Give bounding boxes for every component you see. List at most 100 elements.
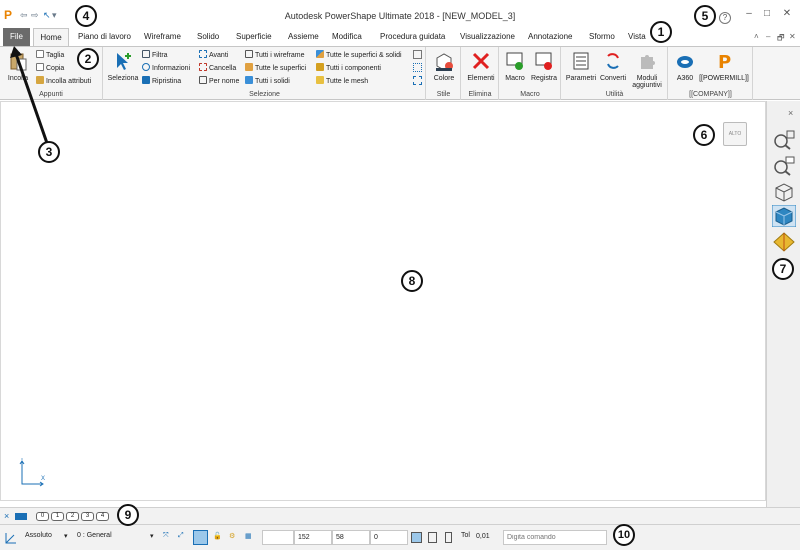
shaded-view-icon[interactable]: [772, 205, 796, 227]
group-company: A360 P [[POWERMILL]] [[COMPANY]]: [669, 47, 753, 100]
zoom-fit-icon[interactable]: [772, 129, 796, 151]
tab-wireframe[interactable]: Wireframe: [144, 28, 181, 46]
selection-dotted-icon[interactable]: [413, 63, 422, 72]
surfaces-solids-icon: [316, 50, 324, 58]
add-ins-button[interactable]: Moduli aggiuntivi: [630, 51, 664, 89]
all-wireframes-button[interactable]: Tutti i wireframe: [245, 50, 305, 61]
minimize-button[interactable]: –: [742, 8, 756, 19]
macro-run-button[interactable]: Macro: [503, 51, 527, 82]
maximize-button[interactable]: □: [760, 8, 774, 19]
view-cube[interactable]: ALTO: [723, 122, 747, 146]
powermill-button[interactable]: P [[POWERMILL]]: [699, 51, 749, 82]
selection-box-icon[interactable]: [413, 50, 422, 59]
tab-superficie[interactable]: Superficie: [236, 28, 272, 46]
selection-window-icon[interactable]: [413, 76, 422, 85]
powershape-logo-icon[interactable]: P: [4, 8, 16, 22]
quick-access-dropdown-icon[interactable]: ▾: [52, 10, 57, 21]
level-3-button[interactable]: 3: [81, 512, 94, 521]
workplane-icon[interactable]: [4, 531, 18, 545]
doc-minimize-button[interactable]: –: [766, 32, 770, 41]
view-mode-icon-3[interactable]: [445, 532, 452, 543]
select-arrow-icon[interactable]: ↖: [43, 10, 51, 21]
by-name-button[interactable]: Per nome: [199, 76, 239, 87]
information-button[interactable]: Informazioni: [142, 63, 190, 74]
tab-solido[interactable]: Solido: [197, 28, 219, 46]
color-label: Colore: [433, 75, 455, 82]
empty-field[interactable]: [262, 530, 294, 545]
forward-button[interactable]: Avanti: [199, 50, 228, 61]
tab-vista[interactable]: Vista: [628, 28, 646, 46]
filter-button[interactable]: Filtra: [142, 50, 168, 61]
coordinate-mode-dropdown-icon[interactable]: ▾: [64, 532, 68, 540]
macro-run-label: Macro: [505, 75, 525, 82]
axis-x-label: X: [41, 476, 45, 482]
level-4-button[interactable]: 4: [96, 512, 109, 521]
tab-file[interactable]: File: [3, 28, 30, 46]
snap-grid-toggle-icon[interactable]: [193, 530, 208, 545]
all-surfaces-solids-label: Tutte le superfici & solidi: [326, 52, 402, 59]
wireframe-view-icon[interactable]: [772, 181, 796, 203]
all-meshes-label: Tutte le mesh: [326, 78, 369, 85]
help-icon[interactable]: ?: [719, 12, 731, 24]
draft-analysis-icon[interactable]: [772, 231, 796, 253]
command-input[interactable]: [503, 530, 607, 545]
macro-run-icon: [506, 52, 523, 70]
filter-label: Filtra: [152, 52, 168, 59]
level-1-button[interactable]: 1: [51, 512, 64, 521]
all-meshes-button[interactable]: Tutte le mesh: [316, 76, 368, 87]
tab-home[interactable]: Home: [33, 28, 69, 46]
select-button[interactable]: Seleziona: [106, 51, 140, 82]
tab-annotazione[interactable]: Annotazione: [528, 28, 572, 46]
workplane-select[interactable]: 0 : General: [77, 532, 112, 539]
coordinate-mode-select[interactable]: Assoluto: [25, 532, 52, 539]
delete-elements-button[interactable]: Elementi: [465, 51, 497, 82]
macro-record-button[interactable]: Registra: [530, 51, 558, 82]
all-wireframes-label: Tutti i wireframe: [255, 52, 305, 59]
a360-button[interactable]: A360: [673, 51, 697, 82]
parameters-button[interactable]: Parametri: [565, 51, 597, 82]
settings-gear-icon[interactable]: ⚙: [229, 532, 235, 540]
level-close-icon[interactable]: ×: [4, 511, 9, 521]
tab-modifica[interactable]: Modifica: [332, 28, 362, 46]
zoom-box-icon[interactable]: [772, 155, 796, 177]
snap-icon-1[interactable]: ⤧: [163, 532, 169, 540]
all-surfaces-button[interactable]: Tutte le superfici: [245, 63, 306, 74]
doc-restore-button[interactable]: 🗗: [777, 32, 785, 46]
callout-6: 6: [693, 124, 715, 146]
grid-icon[interactable]: ▦: [245, 532, 252, 540]
coord-x-field[interactable]: 152: [294, 530, 332, 545]
workplane-dropdown-icon[interactable]: ▾: [150, 532, 154, 540]
restore-button[interactable]: Ripristina: [142, 76, 181, 87]
tab-piano-di-lavoro[interactable]: Piano di lavoro: [78, 28, 131, 46]
undo-icon[interactable]: ⇦: [20, 10, 28, 21]
level-0-button[interactable]: 0: [36, 512, 49, 521]
tab-assieme[interactable]: Assieme: [288, 28, 319, 46]
view-mode-icon-1[interactable]: [411, 532, 422, 543]
delete-elements-label: Elementi: [467, 75, 495, 82]
tolerance-field[interactable]: 0,01: [473, 530, 501, 545]
color-button[interactable]: Colore: [430, 51, 458, 82]
tab-sformo[interactable]: Sformo: [589, 28, 615, 46]
sidebar-close-icon[interactable]: ×: [788, 108, 793, 118]
all-components-button[interactable]: Tutti i componenti: [316, 63, 381, 74]
clear-selection-button[interactable]: Cancella: [199, 63, 236, 74]
callout-5: 5: [694, 5, 716, 27]
redo-icon[interactable]: ⇨: [31, 10, 39, 21]
level-2-button[interactable]: 2: [66, 512, 79, 521]
axis-y-label: Y: [20, 458, 24, 462]
tab-procedura-guidata[interactable]: Procedura guidata: [380, 28, 445, 46]
ribbon-collapse-icon[interactable]: ˄: [754, 32, 759, 41]
all-surfaces-solids-button[interactable]: Tutte le superfici & solidi: [316, 50, 402, 61]
level-toggle-icon[interactable]: [15, 513, 27, 520]
convert-button[interactable]: Converti: [599, 51, 627, 82]
view-mode-icon-2[interactable]: [428, 532, 437, 543]
coord-z-field[interactable]: 0: [370, 530, 408, 545]
graphics-viewport[interactable]: [0, 101, 766, 501]
snap-icon-2[interactable]: ⤢: [178, 532, 184, 540]
coord-y-field[interactable]: 58: [332, 530, 370, 545]
tab-visualizzazione[interactable]: Visualizzazione: [460, 28, 515, 46]
all-solids-button[interactable]: Tutti i solidi: [245, 76, 290, 87]
doc-close-button[interactable]: ✕: [789, 32, 796, 41]
lock-icon[interactable]: 🔓: [213, 532, 222, 540]
close-button[interactable]: ✕: [780, 8, 794, 19]
